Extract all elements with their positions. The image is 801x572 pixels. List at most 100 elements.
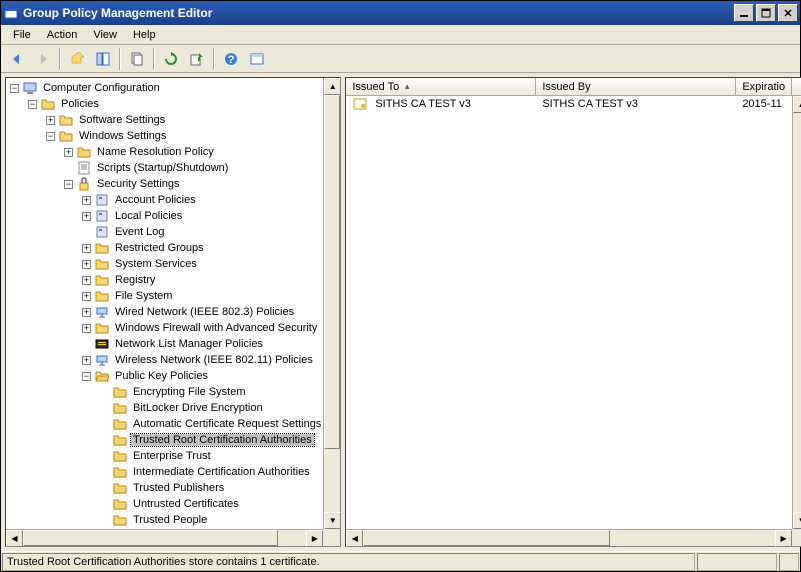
tree-pane: −Computer Configuration −Policies +Softw…	[5, 77, 341, 547]
tree-wired-network[interactable]: +Wired Network (IEEE 802.3) Policies	[6, 304, 323, 320]
tree-root[interactable]: −Computer Configuration	[6, 80, 323, 96]
tree-registry[interactable]: +Registry	[6, 272, 323, 288]
menu-view[interactable]: View	[85, 27, 125, 43]
tree-name-resolution[interactable]: +Name Resolution Policy	[6, 144, 323, 160]
scroll-thumb[interactable]	[324, 95, 340, 449]
tree-trusted-people[interactable]: Trusted People	[6, 512, 323, 528]
folder-icon	[112, 480, 128, 496]
scroll-down-button[interactable]: ▼	[793, 512, 801, 529]
tree-wireless-network[interactable]: +Wireless Network (IEEE 802.11) Policies	[6, 352, 323, 368]
refresh-button[interactable]	[159, 47, 183, 71]
tree-bitlocker[interactable]: BitLocker Drive Encryption	[6, 400, 323, 416]
tree-enterprise-trust[interactable]: Enterprise Trust	[6, 448, 323, 464]
list-body[interactable]: SITHS CA TEST v3 SITHS CA TEST v3 2015-1…	[346, 96, 801, 546]
tree-file-system[interactable]: +File System	[6, 288, 323, 304]
collapse-icon[interactable]: −	[82, 372, 91, 381]
column-issued-by[interactable]: Issued By	[536, 78, 736, 95]
collapse-icon[interactable]: −	[10, 84, 19, 93]
expand-icon[interactable]: +	[82, 260, 91, 269]
scroll-thumb[interactable]	[23, 530, 278, 546]
collapse-icon[interactable]: −	[28, 100, 37, 109]
collapse-icon[interactable]: −	[46, 132, 55, 141]
status-grip[interactable]	[779, 553, 799, 571]
tree-software-settings[interactable]: +Software Settings	[6, 112, 323, 128]
scroll-down-button[interactable]: ▼	[324, 512, 341, 529]
tree-network-list[interactable]: Network List Manager Policies	[6, 336, 323, 352]
menu-action[interactable]: Action	[39, 27, 86, 43]
tree-untrusted-certs[interactable]: Untrusted Certificates	[6, 496, 323, 512]
scroll-left-button[interactable]: ◀	[346, 530, 363, 547]
forward-button[interactable]	[31, 47, 55, 71]
folder-icon	[112, 416, 128, 432]
toolbar-separator	[119, 48, 121, 70]
folder-icon	[94, 256, 110, 272]
svg-text:?: ?	[228, 54, 235, 66]
options-button[interactable]	[245, 47, 269, 71]
list-vertical-scrollbar[interactable]: ▲ ▼	[792, 96, 801, 529]
expand-icon[interactable]: +	[82, 244, 91, 253]
tree-trusted-publishers[interactable]: Trusted Publishers	[6, 480, 323, 496]
scroll-left-button[interactable]: ◀	[6, 530, 23, 547]
list-row[interactable]: SITHS CA TEST v3 SITHS CA TEST v3 2015-1…	[346, 96, 792, 112]
scroll-up-button[interactable]: ▲	[793, 96, 801, 113]
window-title: Group Policy Management Editor	[23, 6, 734, 20]
window-controls	[734, 4, 798, 22]
expand-icon[interactable]: +	[82, 212, 91, 221]
scroll-track[interactable]	[793, 113, 801, 512]
tree-auto-cert-request[interactable]: Automatic Certificate Request Settings	[6, 416, 323, 432]
tree-windows-firewall[interactable]: +Windows Firewall with Advanced Security	[6, 320, 323, 336]
expand-icon[interactable]: +	[82, 196, 91, 205]
expand-icon[interactable]: +	[82, 276, 91, 285]
policy-icon	[94, 224, 110, 240]
tree-policies[interactable]: −Policies	[6, 96, 323, 112]
tree-local-policies[interactable]: +Local Policies	[6, 208, 323, 224]
close-button[interactable]	[778, 4, 798, 22]
tree-horizontal-scrollbar[interactable]: ◀ ▶	[6, 529, 323, 546]
tree-system-services[interactable]: +System Services	[6, 256, 323, 272]
expand-icon[interactable]: +	[46, 116, 55, 125]
expand-icon[interactable]: +	[82, 292, 91, 301]
tree-intermediate-ca[interactable]: Intermediate Certification Authorities	[6, 464, 323, 480]
tree-windows-settings[interactable]: −Windows Settings	[6, 128, 323, 144]
column-expiration[interactable]: Expiratio	[736, 78, 792, 95]
tree-security-settings[interactable]: −Security Settings	[6, 176, 323, 192]
scroll-right-button[interactable]: ▶	[306, 530, 323, 547]
collapse-icon[interactable]: −	[64, 180, 73, 189]
back-button[interactable]	[5, 47, 29, 71]
app-icon	[3, 5, 19, 21]
scroll-thumb[interactable]	[363, 530, 610, 546]
folder-icon	[112, 400, 128, 416]
tree-scripts[interactable]: Scripts (Startup/Shutdown)	[6, 160, 323, 176]
expand-icon[interactable]: +	[64, 148, 73, 157]
show-hide-tree-button[interactable]	[91, 47, 115, 71]
tree-public-key-policies[interactable]: −Public Key Policies	[6, 368, 323, 384]
expand-icon[interactable]: +	[82, 356, 91, 365]
tree-trusted-root-ca[interactable]: Trusted Root Certification Authorities	[6, 432, 323, 448]
column-issued-to[interactable]: Issued To▲	[346, 78, 536, 95]
up-button[interactable]	[65, 47, 89, 71]
tree-efs[interactable]: Encrypting File System	[6, 384, 323, 400]
toolbar-separator	[153, 48, 155, 70]
tree-restricted-groups[interactable]: +Restricted Groups	[6, 240, 323, 256]
menu-help[interactable]: Help	[125, 27, 164, 43]
scroll-corner	[323, 529, 340, 546]
tree-vertical-scrollbar[interactable]: ▲ ▼	[323, 78, 340, 529]
menu-file[interactable]: File	[5, 27, 39, 43]
scroll-up-button[interactable]: ▲	[324, 78, 341, 95]
list-horizontal-scrollbar[interactable]: ◀ ▶	[346, 529, 792, 546]
export-button[interactable]	[185, 47, 209, 71]
tree[interactable]: −Computer Configuration −Policies +Softw…	[6, 78, 340, 546]
expand-icon[interactable]: +	[82, 308, 91, 317]
cell-expiration: 2015-11	[736, 98, 792, 110]
tree-event-log[interactable]: Event Log	[6, 224, 323, 240]
tree-account-policies[interactable]: +Account Policies	[6, 192, 323, 208]
minimize-button[interactable]	[734, 4, 754, 22]
scroll-right-button[interactable]: ▶	[775, 530, 792, 547]
help-button[interactable]: ?	[219, 47, 243, 71]
expand-icon[interactable]: +	[82, 324, 91, 333]
status-pane-2	[697, 553, 777, 571]
titlebar[interactable]: Group Policy Management Editor	[1, 1, 800, 25]
copy-button[interactable]	[125, 47, 149, 71]
folder-icon	[94, 272, 110, 288]
maximize-button[interactable]	[756, 4, 776, 22]
